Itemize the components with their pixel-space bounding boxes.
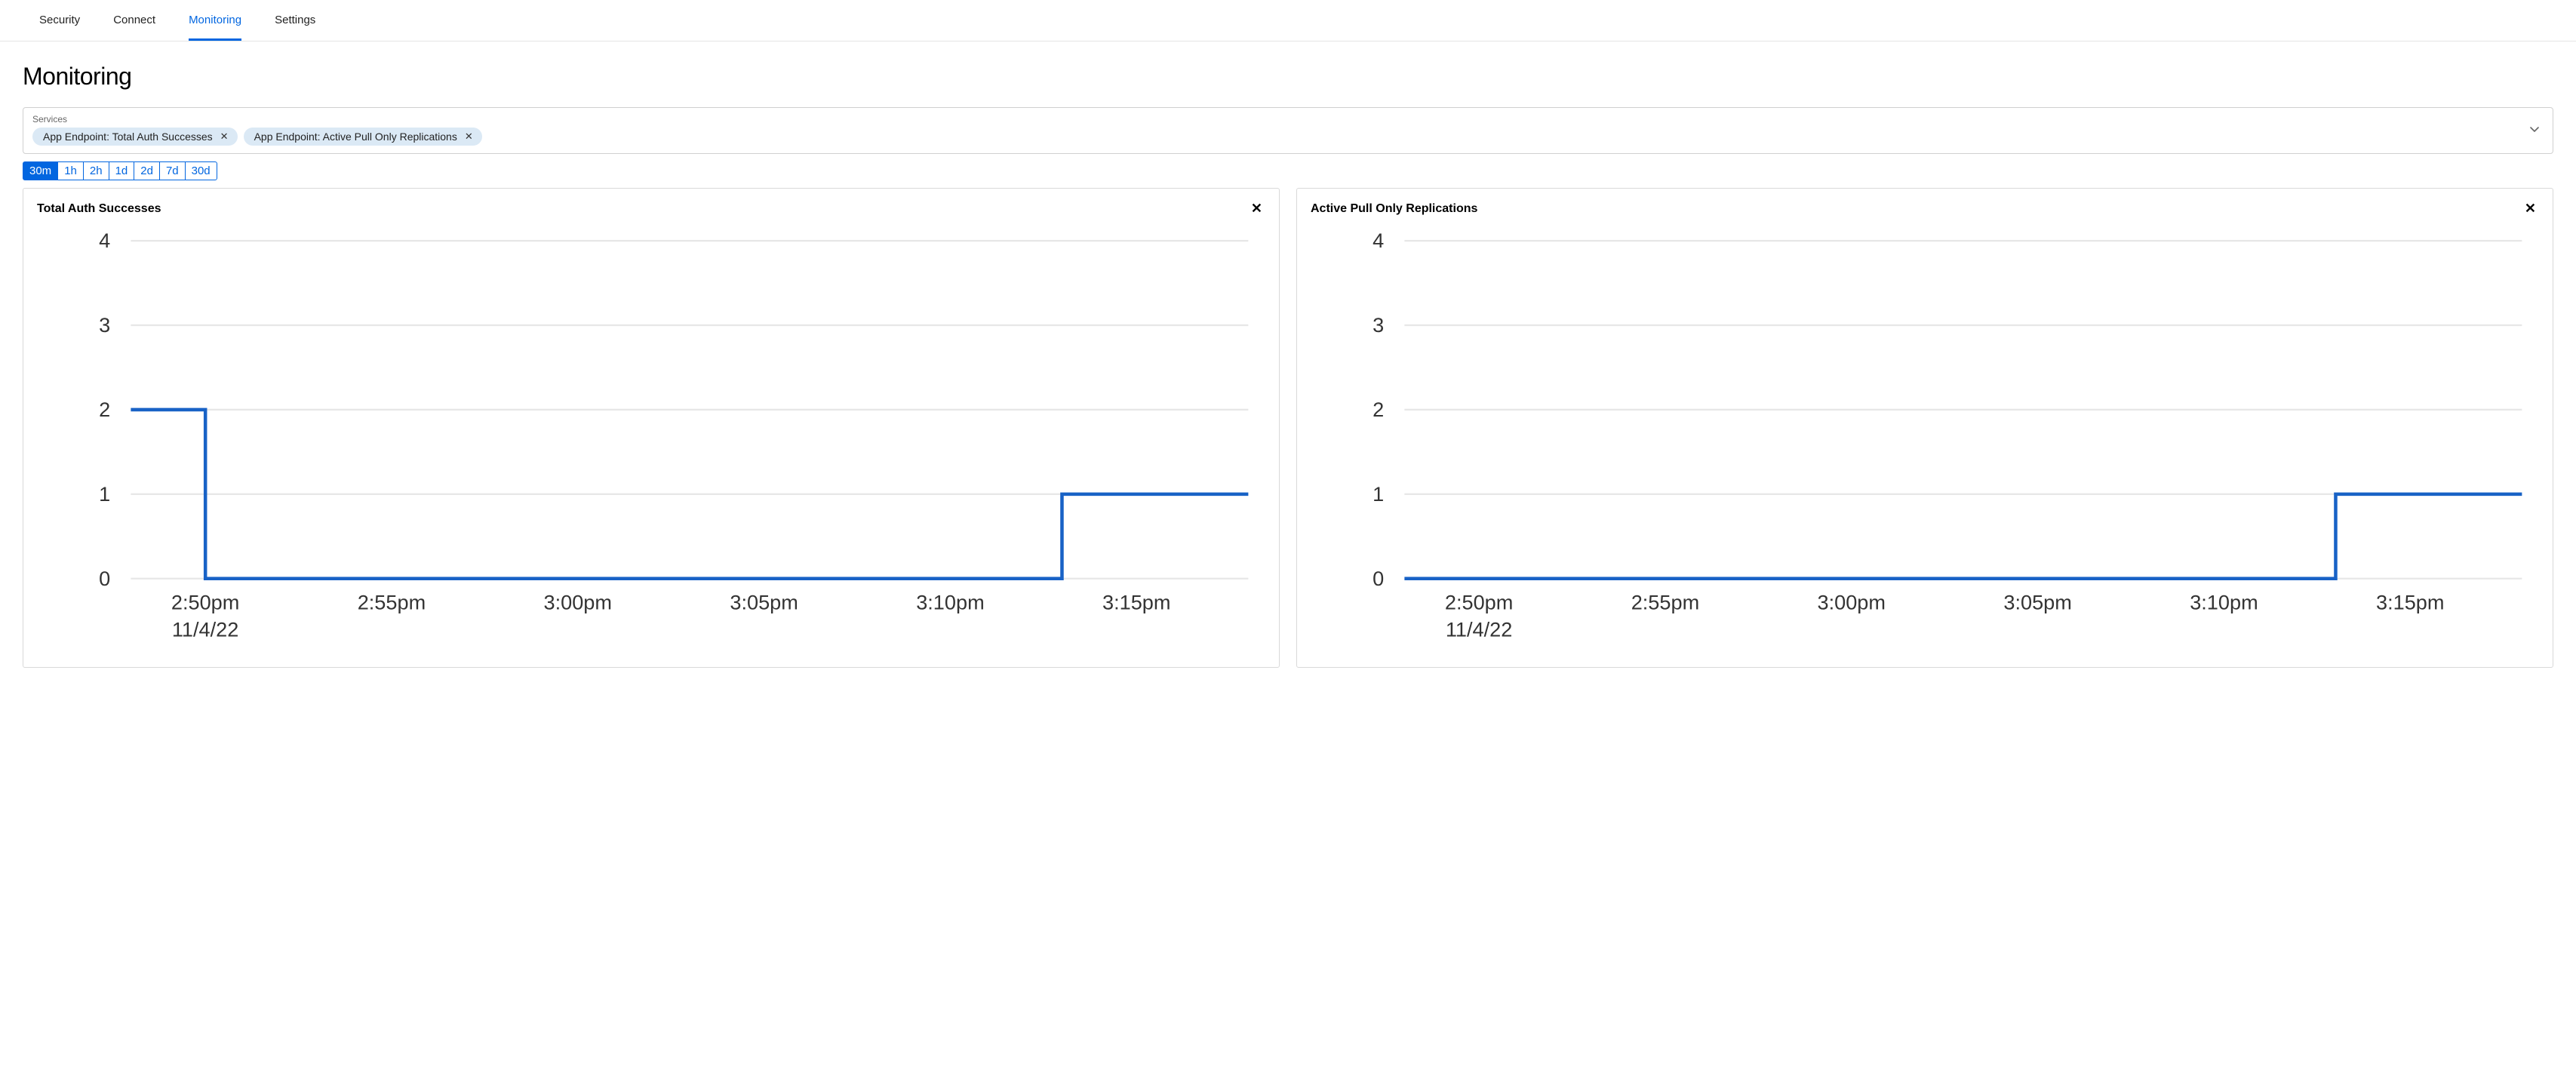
y-tick-label: 4 xyxy=(1373,229,1384,252)
chart-panel: Active Pull Only Replications ✕ 0 1 2 3 4 2:50p… xyxy=(1296,188,2553,668)
y-tick-label: 4 xyxy=(99,229,110,252)
chevron-down-icon[interactable] xyxy=(2525,118,2544,142)
y-tick-label: 1 xyxy=(1373,482,1384,506)
y-tick-label: 2 xyxy=(99,398,110,421)
y-tick-label: 1 xyxy=(99,482,110,506)
panel-title: Active Pull Only Replications xyxy=(1311,202,1477,216)
y-tick-label: 2 xyxy=(1373,398,1384,421)
chart-panel: Total Auth Successes ✕ 0 1 2 3 4 2:50pm 11/4/22 2… xyxy=(23,188,1280,668)
x-tick-label: 2:55pm xyxy=(358,590,426,613)
tab-connect[interactable]: Connect xyxy=(113,0,155,41)
range-button-2d[interactable]: 2d xyxy=(134,161,160,180)
x-tick-label: 3:05pm xyxy=(730,590,798,613)
tab-security[interactable]: Security xyxy=(39,0,80,41)
panel-header: Total Auth Successes ✕ xyxy=(37,199,1265,218)
tab-label: Connect xyxy=(113,14,155,26)
y-tick-label: 0 xyxy=(1373,567,1384,590)
services-chip-list: App Endpoint: Total Auth Successes✕App E… xyxy=(32,128,2518,146)
services-filter-box[interactable]: Services App Endpoint: Total Auth Succes… xyxy=(23,107,2553,154)
tab-monitoring[interactable]: Monitoring xyxy=(189,0,241,41)
service-chip: App Endpoint: Total Auth Successes ✕ xyxy=(32,128,238,146)
x-tick-label: 3:10pm xyxy=(916,590,984,613)
tab-label: Settings xyxy=(275,14,315,26)
service-chip-label: App Endpoint: Active Pull Only Replicati… xyxy=(254,131,457,143)
service-chip: App Endpoint: Active Pull Only Replicati… xyxy=(244,128,482,146)
range-button-30d[interactable]: 30d xyxy=(185,161,217,180)
tab-label: Security xyxy=(39,14,80,26)
x-tick-label: 2:50pm xyxy=(171,590,239,613)
x-tick-label: 2:55pm xyxy=(1631,590,1699,613)
tab-settings[interactable]: Settings xyxy=(275,0,315,41)
range-button-7d[interactable]: 7d xyxy=(159,161,186,180)
y-tick-label: 0 xyxy=(99,567,110,590)
chart-area: 0 1 2 3 4 2:50pm 11/4/22 2:55pm 3:00pm 3:05pm 3:10… xyxy=(1311,227,2539,653)
panel-title: Total Auth Successes xyxy=(37,202,161,216)
tab-label: Monitoring xyxy=(189,14,241,26)
range-button-30m[interactable]: 30m xyxy=(23,161,58,180)
close-icon[interactable]: ✕ xyxy=(2522,199,2539,218)
x-tick-label: 2:50pm xyxy=(1445,590,1513,613)
close-icon[interactable]: ✕ xyxy=(1248,199,1265,218)
panel-header: Active Pull Only Replications ✕ xyxy=(1311,199,2539,218)
y-tick-label: 3 xyxy=(99,313,110,337)
chart-svg: 0 1 2 3 4 2:50pm 11/4/22 2:55pm 3:00pm 3:05pm 3:10… xyxy=(1311,227,2539,653)
x-tick-label: 3:05pm xyxy=(2003,590,2071,613)
close-icon[interactable]: ✕ xyxy=(219,131,230,143)
x-tick-label: 3:00pm xyxy=(544,590,612,613)
y-tick-label: 3 xyxy=(1373,313,1384,337)
chart-series-line xyxy=(1404,494,2522,579)
page-body: Monitoring Services App Endpoint: Total … xyxy=(0,42,2576,690)
page-title: Monitoring xyxy=(23,63,2553,91)
range-button-1d[interactable]: 1d xyxy=(109,161,135,180)
services-label: Services xyxy=(32,114,2518,125)
chart-svg: 0 1 2 3 4 2:50pm 11/4/22 2:55pm 3:00pm 3:05pm 3:10… xyxy=(37,227,1265,653)
services-inner: Services App Endpoint: Total Auth Succes… xyxy=(32,114,2518,146)
x-tick-label: 3:15pm xyxy=(1102,590,1170,613)
close-icon[interactable]: ✕ xyxy=(463,131,475,143)
chart-area: 0 1 2 3 4 2:50pm 11/4/22 2:55pm 3:00pm 3:05pm 3:10… xyxy=(37,227,1265,653)
x-tick-date: 11/4/22 xyxy=(1446,618,1513,641)
main-tabs: Security Connect Monitoring Settings xyxy=(0,0,2576,42)
x-tick-label: 3:00pm xyxy=(1818,590,1886,613)
x-tick-date: 11/4/22 xyxy=(172,618,239,641)
x-tick-label: 3:15pm xyxy=(2376,590,2444,613)
range-button-1h[interactable]: 1h xyxy=(57,161,84,180)
x-tick-label: 3:10pm xyxy=(2190,590,2258,613)
service-chip-label: App Endpoint: Total Auth Successes xyxy=(43,131,213,143)
chart-panels: Total Auth Successes ✕ 0 1 2 3 4 2:50pm 11/4/22 2… xyxy=(23,188,2553,668)
time-range-selector: 30m1h2h1d2d7d30d xyxy=(23,161,2553,180)
range-button-2h[interactable]: 2h xyxy=(83,161,109,180)
